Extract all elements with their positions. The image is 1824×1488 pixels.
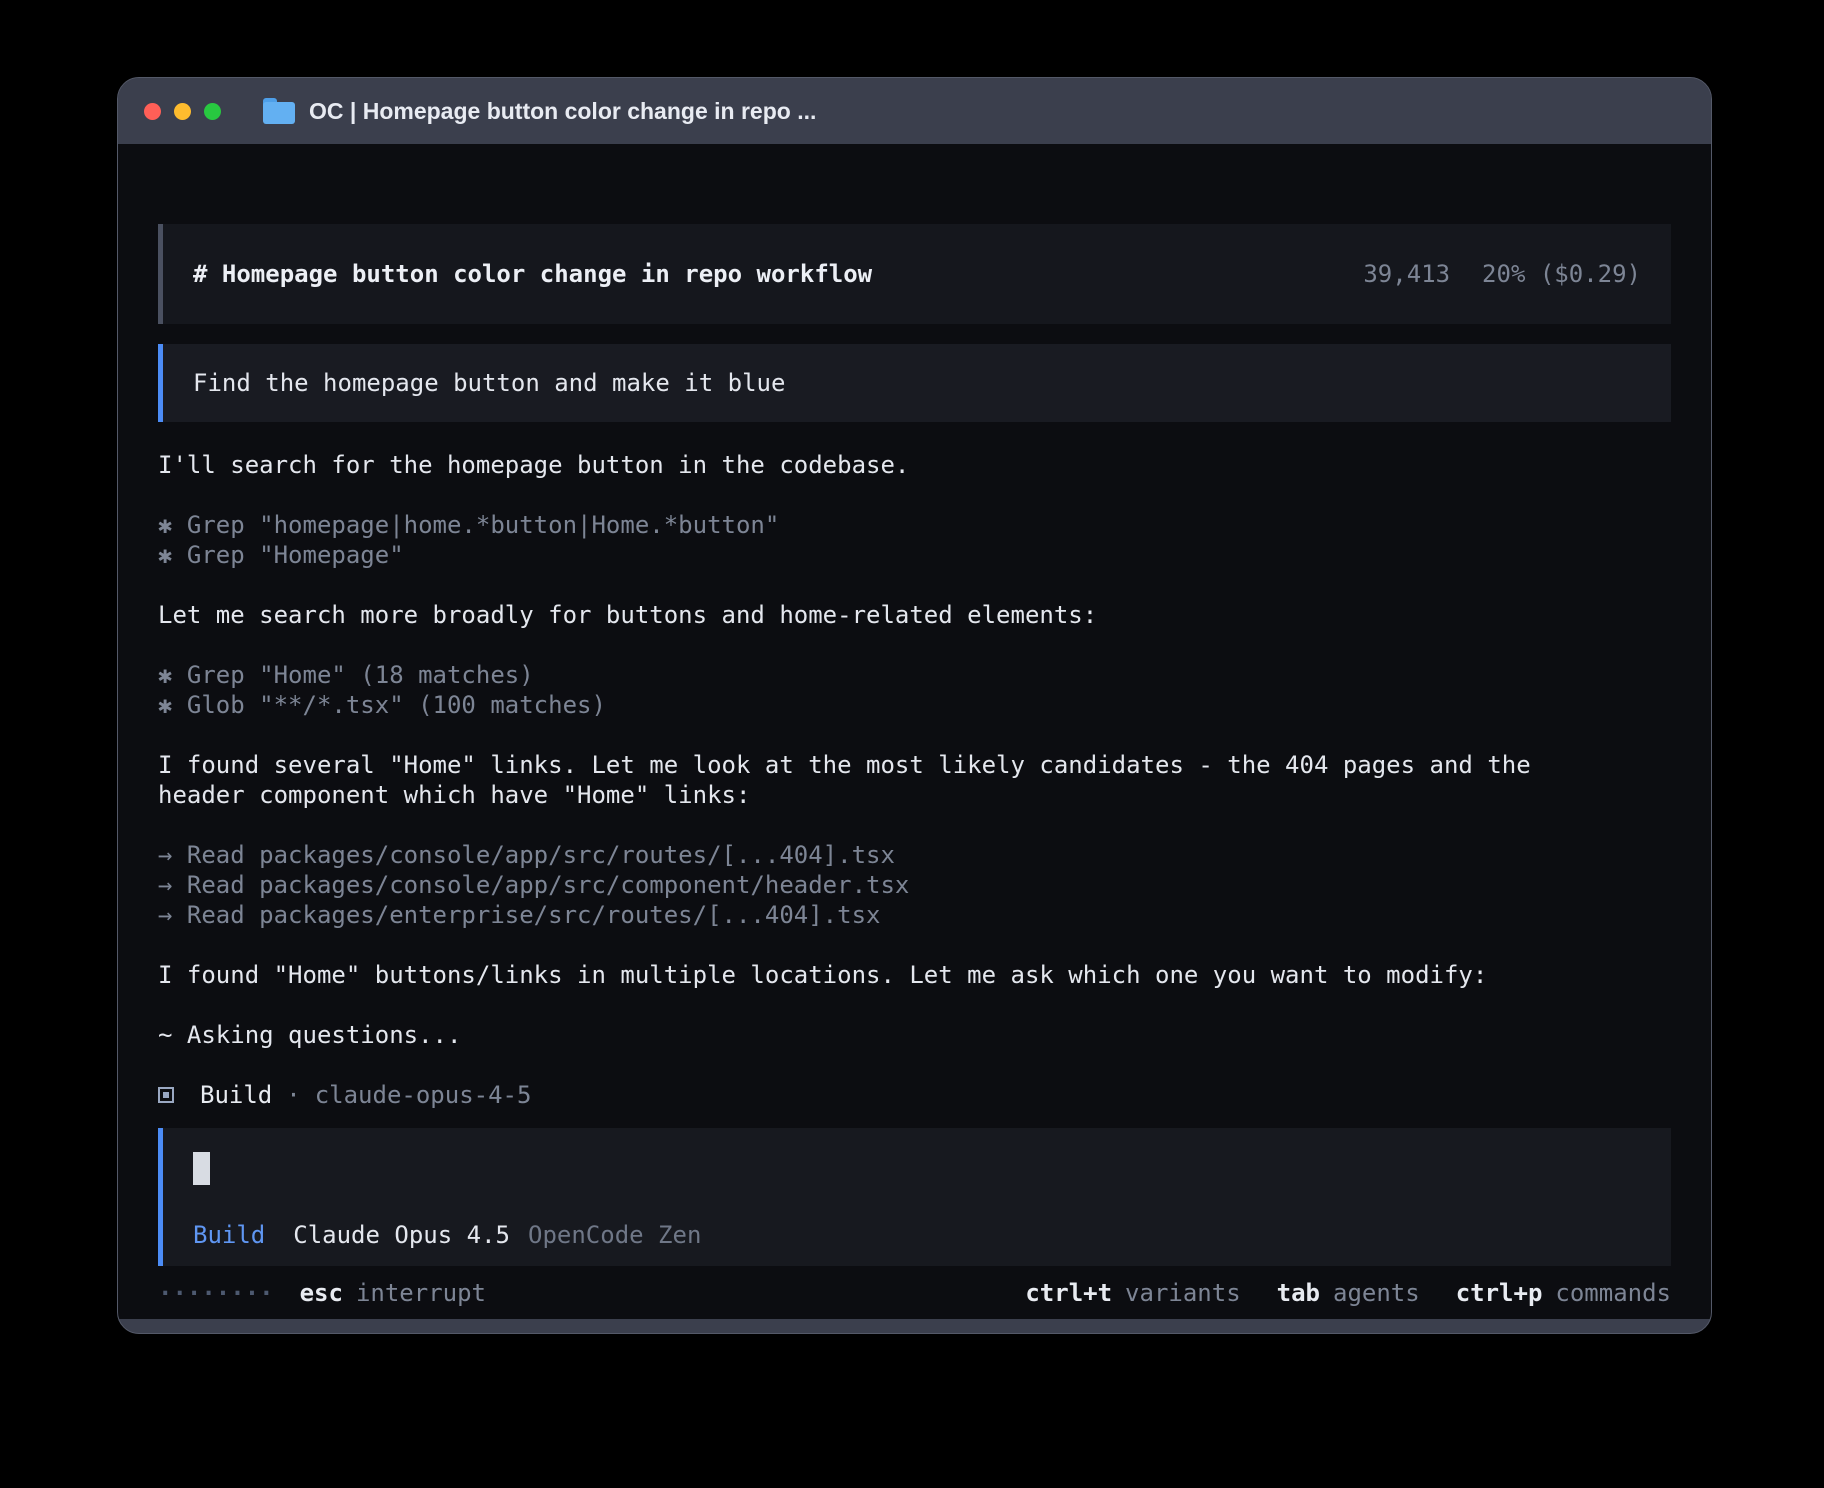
folder-icon [263,98,295,124]
text-line: I'll search for the homepage button in t… [158,450,1671,480]
text-line: → Read packages/console/app/src/componen… [158,870,1671,900]
desktop: { "window": { "title": "OC | Homepage bu… [0,0,1824,1488]
terminal-content: # Homepage button color change in repo w… [118,144,1711,1319]
text-line: I found several "Home" links. Let me loo… [158,750,1671,780]
agent-square-icon [158,1087,174,1103]
shortcut-key: ctrl+p [1456,1278,1543,1308]
status-bar-left: ········ esc interrupt [158,1278,486,1308]
terminal-window: OC | Homepage button color change in rep… [117,77,1712,1334]
text-line: header component which have "Home" links… [158,780,1671,810]
text-line: ✱ Grep "Homepage" [158,540,1671,570]
agent-status: Build · claude-opus-4-5 [158,1080,1671,1110]
user-message: Find the homepage button and make it blu… [158,344,1671,422]
minimize-button[interactable] [174,103,191,120]
model-row: Build Claude Opus 4.5 OpenCode Zen [193,1220,1641,1250]
session-title: # Homepage button color change in repo w… [193,260,872,288]
window-title: OC | Homepage button color change in rep… [309,98,816,125]
text-line: I found "Home" buttons/links in multiple… [158,960,1671,990]
context-cost: 20% ($0.29) [1482,260,1641,288]
shortcut-hint: tab agents [1277,1278,1420,1308]
spinner-dots: ········ [158,1278,274,1308]
input-mode: Build [193,1220,265,1250]
assistant-text-block: I'll search for the homepage button in t… [158,450,1671,480]
tool-call-block: → Read packages/console/app/src/routes/[… [158,840,1671,930]
text-line: → Read packages/console/app/src/routes/[… [158,840,1671,870]
shortcut-key: ctrl+t [1025,1278,1112,1308]
agent-name: Build [200,1081,272,1109]
shortcut-label: commands [1555,1278,1671,1308]
tool-call-block: ✱ Grep "Home" (18 matches)✱ Glob "**/*.t… [158,660,1671,720]
text-line: → Read packages/enterprise/src/routes/[.… [158,900,1671,930]
session-header: # Homepage button color change in repo w… [158,224,1671,324]
text-line: ~ Asking questions... [158,1020,1671,1050]
shortcut-label: agents [1333,1278,1420,1308]
token-count: 39,413 [1363,260,1450,288]
input-provider: OpenCode Zen [528,1220,701,1250]
assistant-text-block: ~ Asking questions... [158,1020,1671,1050]
session-stats: 39,413 20% ($0.29) [1248,232,1641,316]
text-line: ✱ Grep "homepage|home.*button|Home.*butt… [158,510,1671,540]
window-controls [144,103,221,120]
assistant-text-block: I found "Home" buttons/links in multiple… [158,960,1671,990]
assistant-text-block: Let me search more broadly for buttons a… [158,600,1671,630]
input-model: Claude Opus 4.5 [293,1220,510,1250]
agent-model: claude-opus-4-5 [315,1081,532,1109]
shortcut-hint: ctrl+p commands [1456,1278,1671,1308]
tool-call-block: ✱ Grep "homepage|home.*button|Home.*butt… [158,510,1671,570]
input-box[interactable]: Build Claude Opus 4.5 OpenCode Zen [158,1128,1671,1266]
esc-key: esc [300,1278,343,1308]
agent-separator: · [286,1081,300,1109]
status-bar-right: ctrl+t variants tab agents ctrl+p commands [1025,1278,1671,1308]
esc-label: interrupt [356,1278,486,1308]
user-message-text: Find the homepage button and make it blu… [193,369,785,397]
titlebar: OC | Homepage button color change in rep… [118,78,1711,144]
text-line: Let me search more broadly for buttons a… [158,600,1671,630]
close-button[interactable] [144,103,161,120]
zoom-button[interactable] [204,103,221,120]
assistant-text-block: I found several "Home" links. Let me loo… [158,750,1671,810]
shortcut-key: tab [1277,1278,1320,1308]
status-bar: ········ esc interrupt ctrl+t variants tab… [158,1278,1671,1308]
text-cursor [193,1152,210,1185]
text-line: ✱ Grep "Home" (18 matches) [158,660,1671,690]
text-line: ✱ Glob "**/*.tsx" (100 matches) [158,690,1671,720]
shortcut-label: variants [1125,1278,1241,1308]
shortcut-hint: ctrl+t variants [1025,1278,1240,1308]
conversation: I'll search for the homepage button in t… [158,450,1671,1080]
